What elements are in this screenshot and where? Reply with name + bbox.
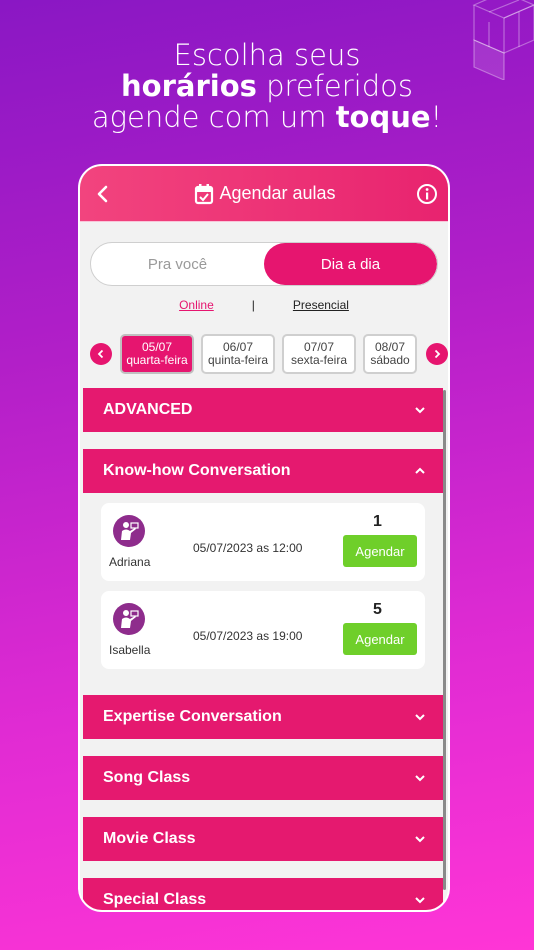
tab-dia-a-dia[interactable]: Dia a dia [264,243,437,285]
class-datetime: 05/07/2023 as 12:00 [193,541,303,555]
teacher-name: Adriana [109,555,151,569]
teacher-avatar [113,603,145,635]
section-header-song-class[interactable]: Song Class [83,756,443,800]
agendar-button[interactable]: Agendar [343,535,417,567]
section-content-know-how-conversation: Adriana 05/07/2023 as 12:00 1 Agendar Is… [83,493,443,669]
prev-date-button[interactable] [90,343,112,365]
chevron-down-icon [415,714,425,721]
headline-line-2: horários preferidos [0,71,534,102]
date-picker: 05/07 quarta-feira 06/07 quinta-feira 07… [90,334,448,374]
mode-separator: | [251,298,255,312]
back-button[interactable] [90,182,114,206]
section-header-movie-class[interactable]: Movie Class [83,817,443,861]
chevron-down-icon [415,407,425,414]
chevron-down-icon [415,836,425,843]
section-title: Special Class [103,891,207,908]
headline-line-3-pre: agende com um [91,100,336,134]
seats-count: 1 [373,513,382,530]
chevron-up-icon [415,467,425,474]
headline-line-3-post: ! [430,100,443,134]
info-icon[interactable] [416,183,438,205]
tab-pra-voce[interactable]: Pra você [91,243,264,285]
app-header: Agendar aulas [80,166,448,222]
modality-selector: Online | Presencial [80,298,448,312]
class-slot: Adriana 05/07/2023 as 12:00 1 Agendar [101,503,425,581]
next-date-button[interactable] [426,343,448,365]
chevron-down-icon [415,775,425,782]
class-list[interactable]: ADVANCED Know-how Conversation Adriana 0… [83,388,443,910]
section-header-special-class[interactable]: Special Class [83,878,443,910]
class-datetime: 05/07/2023 as 19:00 [193,629,303,643]
seats-count: 5 [373,601,382,618]
phone-frame: Agendar aulas Pra você Dia a dia Online … [78,164,450,912]
agendar-button[interactable]: Agendar [343,623,417,655]
section-title: ADVANCED [103,401,193,418]
date-chip[interactable]: 08/07 sábado [363,334,417,374]
scrollbar[interactable] [443,390,446,890]
date-chip[interactable]: 06/07 quinta-feira [201,334,275,374]
date-chip[interactable]: 05/07 quarta-feira [120,334,194,374]
audience-toggle: Pra você Dia a dia [90,242,438,286]
section-title: Expertise Conversation [103,708,282,725]
header-title-group: Agendar aulas [194,183,336,205]
section-title: Know-how Conversation [103,462,291,479]
date-list: 05/07 quarta-feira 06/07 quinta-feira 07… [120,334,417,374]
section-header-know-how-conversation[interactable]: Know-how Conversation [83,449,443,493]
teacher-icon [121,522,139,540]
date-chip-weekday: quarta-feira [126,353,188,367]
headline-bold-toque: toque [335,100,431,134]
date-chip-weekday: sábado [370,353,410,367]
calendar-check-icon [195,183,214,204]
teacher-icon [121,610,139,628]
mode-online-link[interactable]: Online [179,298,214,312]
date-chip-weekday: sexta-feira [290,353,348,367]
chevron-down-icon [415,897,425,904]
headline-line-3: agende com um toque! [0,102,534,133]
section-header-expertise-conversation[interactable]: Expertise Conversation [83,695,443,739]
date-chip-weekday: quinta-feira [207,353,269,367]
section-title: Movie Class [103,830,196,847]
chevron-left-icon [97,185,108,202]
mode-presencial-link[interactable]: Presencial [293,298,349,312]
headline-line-2-rest: preferidos [256,69,413,103]
promo-headline: Escolha seus horários preferidos agende … [0,40,534,133]
section-title: Song Class [103,769,191,786]
page-title: Agendar aulas [219,183,336,203]
teacher-name: Isabella [109,643,151,657]
chevron-right-icon [434,349,441,359]
teacher-avatar [113,515,145,547]
headline-bold-horarios: horários [121,69,257,103]
date-chip[interactable]: 07/07 sexta-feira [282,334,356,374]
section-header-advanced[interactable]: ADVANCED [83,388,443,432]
class-slot: Isabella 05/07/2023 as 19:00 5 Agendar [101,591,425,669]
headline-line-1: Escolha seus [173,38,361,72]
chevron-left-icon [97,349,104,359]
